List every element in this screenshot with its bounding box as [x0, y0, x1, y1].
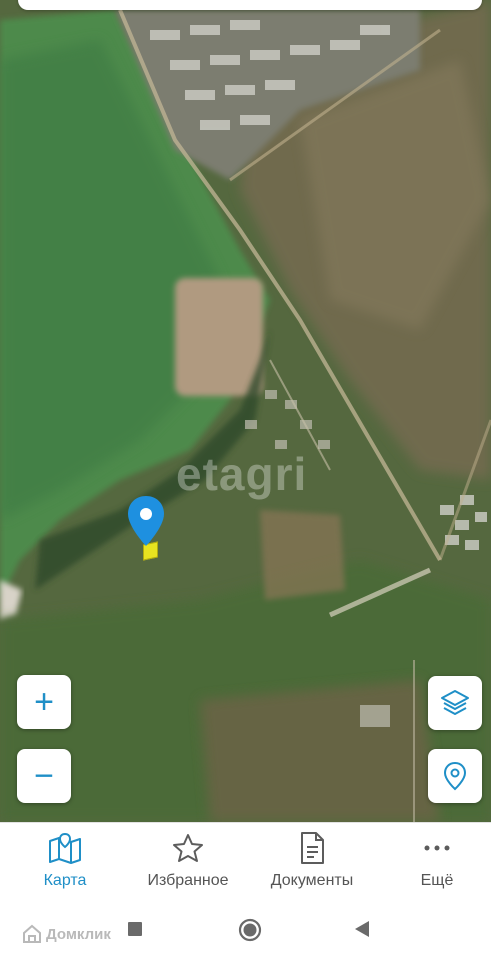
back-icon[interactable] [354, 920, 370, 938]
bottom-tab-bar: Карта Избранное Документы Ещё [0, 822, 491, 898]
tab-documents-label: Документы [270, 872, 354, 889]
zoom-out-button[interactable]: − [17, 749, 71, 803]
tab-favorites-label: Избранное [147, 872, 229, 889]
tab-map-label: Карта [43, 872, 87, 889]
search-bar-edge[interactable] [18, 0, 482, 10]
brand-name: Домклик [46, 925, 111, 943]
zoom-in-label: + [34, 683, 54, 721]
tab-map[interactable]: Карта [4, 823, 126, 898]
layers-button[interactable] [428, 676, 482, 730]
my-location-button[interactable] [428, 749, 482, 803]
recent-apps-icon[interactable] [127, 921, 143, 937]
satellite-imagery [0, 0, 491, 822]
map-watermark: etagri [176, 448, 308, 500]
zoom-out-label: − [34, 757, 54, 795]
more-dots-icon [424, 845, 450, 851]
location-marker-icon[interactable] [126, 494, 166, 550]
tab-more[interactable]: Ещё [376, 823, 491, 898]
domclick-logo-icon [23, 924, 41, 943]
home-icon[interactable] [238, 918, 262, 942]
star-icon [173, 834, 203, 862]
tab-documents[interactable]: Документы [251, 823, 373, 898]
location-pin-icon [443, 761, 467, 791]
zoom-in-button[interactable]: + [17, 675, 71, 729]
map-view[interactable]: etagri + − [0, 0, 491, 822]
tab-favorites[interactable]: Избранное [127, 823, 249, 898]
brand-watermark: Домклик [22, 924, 111, 944]
map-icon [49, 832, 81, 864]
tab-more-label: Ещё [420, 872, 454, 889]
document-icon [301, 832, 324, 864]
layers-icon [441, 690, 469, 715]
